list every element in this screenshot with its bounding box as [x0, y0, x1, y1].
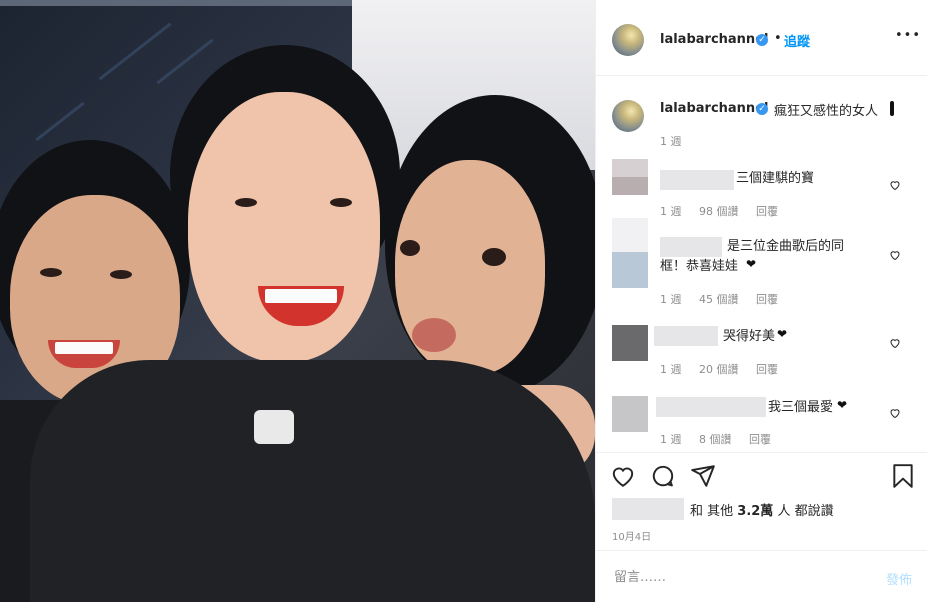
- comment-time: 1 週: [660, 433, 682, 446]
- photo-light-stripe: [156, 38, 214, 85]
- post-comment-button[interactable]: 發佈: [886, 569, 912, 588]
- comment-meta: 1 週 20 個讚 回覆: [660, 361, 792, 377]
- center-person-top: [254, 410, 294, 444]
- comment-text-line-2: 框！恭喜娃娃: [660, 259, 739, 274]
- heart-emoji-icon: ❤: [837, 398, 848, 412]
- heart-emoji-icon: ❤: [746, 257, 757, 271]
- left-person-eye: [110, 270, 132, 279]
- comment-likes[interactable]: 20 個讚: [699, 363, 739, 376]
- comment-likes[interactable]: 45 個讚: [699, 293, 739, 306]
- comment-heart-icon[interactable]: [889, 407, 901, 419]
- comment-heart-icon[interactable]: [889, 249, 901, 261]
- caption-text: 瘋狂又感性的女人: [774, 104, 879, 119]
- caption-time: 1 週: [660, 135, 682, 148]
- comment-time: 1 週: [660, 363, 682, 376]
- center-person-eye: [235, 198, 257, 207]
- right-person-eye: [482, 248, 506, 266]
- separator-dot: •: [774, 31, 782, 46]
- likes-prefix: 和 其他: [690, 504, 734, 519]
- comment-composer: 發佈: [596, 550, 927, 602]
- comment-avatar[interactable]: [612, 218, 648, 288]
- likes-suffix: 人 都說讚: [777, 504, 834, 519]
- comment-time: 1 週: [660, 293, 682, 306]
- caption-emoji-icon: [890, 101, 894, 116]
- photo-light-stripe: [35, 101, 85, 142]
- comment-meta: 1 週 8 個讚 回覆: [660, 431, 785, 447]
- center-person-blazer: [30, 360, 595, 602]
- heart-emoji-icon: ❤: [777, 327, 788, 341]
- center-person-teeth: [265, 289, 337, 303]
- photo-light-stripe: [98, 22, 172, 81]
- comment-text-line-1: 是三位金曲歌后的同: [727, 239, 845, 254]
- right-person-eye: [400, 240, 420, 256]
- verified-badge-icon: ✓: [756, 34, 768, 46]
- comment-avatar[interactable]: [612, 325, 648, 361]
- heart-icon[interactable]: [610, 463, 636, 489]
- reply-button[interactable]: 回覆: [749, 433, 771, 446]
- comment-username-redacted: [660, 237, 722, 257]
- post-date[interactable]: 10月4日: [612, 528, 651, 543]
- comment-time: 1 週: [660, 205, 682, 218]
- comment-likes[interactable]: 98 個讚: [699, 205, 739, 218]
- comment-likes[interactable]: 8 個讚: [699, 433, 732, 446]
- post-header: lalabarchannel ✓ • 追蹤 •••: [596, 0, 927, 76]
- comment-meta: 1 週 98 個讚 回覆: [660, 203, 792, 219]
- comment-heart-icon[interactable]: [889, 179, 901, 191]
- comment-icon[interactable]: [650, 463, 676, 489]
- comment-meta: 1 週 45 個讚 回覆: [660, 291, 792, 307]
- likes-count: 3.2萬: [737, 504, 774, 519]
- comment-username-redacted: [660, 170, 734, 190]
- comment-input[interactable]: [612, 565, 856, 589]
- post-photo[interactable]: [0, 0, 595, 602]
- reply-button[interactable]: 回覆: [756, 293, 778, 306]
- header-username[interactable]: lalabarchannel: [660, 32, 768, 47]
- follow-button[interactable]: 追蹤: [784, 31, 810, 50]
- share-icon[interactable]: [690, 463, 716, 489]
- comment-heart-icon[interactable]: [889, 337, 901, 349]
- comment-text: 哭得好美: [723, 329, 776, 344]
- comment-username-redacted: [656, 397, 766, 417]
- verified-badge-icon: ✓: [756, 103, 768, 115]
- right-person-pout: [412, 318, 456, 352]
- center-person-eye: [330, 198, 352, 207]
- comment-text: 我三個最愛: [768, 400, 834, 415]
- comment-avatar[interactable]: [612, 396, 648, 432]
- bookmark-icon[interactable]: [890, 463, 916, 489]
- left-person-teeth: [55, 342, 113, 354]
- post-side-panel: lalabarchannel ✓ • 追蹤 ••• lalabarchannel…: [595, 0, 927, 602]
- avatar[interactable]: [612, 24, 644, 56]
- comment-text: 三個建騏的寶: [736, 171, 815, 186]
- comment-avatar[interactable]: [612, 159, 648, 195]
- reply-button[interactable]: 回覆: [756, 363, 778, 376]
- caption-username[interactable]: lalabarchannel: [660, 101, 768, 116]
- caption-avatar[interactable]: [612, 100, 644, 132]
- reply-button[interactable]: 回覆: [756, 205, 778, 218]
- more-options-icon[interactable]: •••: [895, 28, 921, 43]
- liker-username-redacted: [612, 498, 684, 520]
- left-person-eye: [40, 268, 62, 277]
- comment-username-redacted: [654, 326, 718, 346]
- caption-meta: 1 週: [660, 133, 696, 149]
- likes-summary[interactable]: 和 其他 3.2萬 人 都說讚: [690, 500, 834, 519]
